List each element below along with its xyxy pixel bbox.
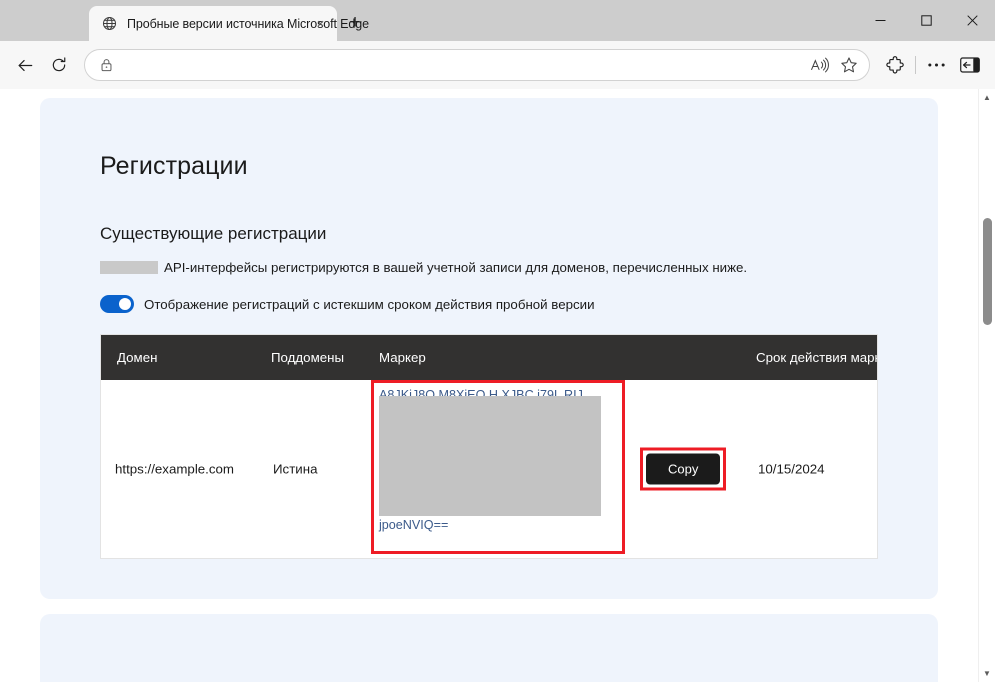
window-controls	[857, 0, 995, 41]
section-heading-existing: Существующие регистрации	[100, 224, 878, 244]
close-tab-icon[interactable]: ×	[312, 15, 329, 32]
cell-subdomains: Истина	[273, 462, 317, 477]
sidebar-icon[interactable]	[953, 48, 987, 82]
copy-button-wrapper: Copy	[646, 454, 720, 485]
expired-trials-toggle-row: Отображение регистраций с истекшим сроко…	[100, 295, 878, 313]
omnibox-actions	[805, 51, 863, 79]
web-page: Регистрации Существующие регистрации API…	[0, 89, 978, 682]
refresh-button[interactable]	[42, 48, 76, 82]
expired-trials-toggle[interactable]	[100, 295, 134, 313]
read-aloud-icon[interactable]	[805, 51, 833, 79]
browser-tab[interactable]: Пробные версии источника Microsoft Edge …	[89, 6, 337, 41]
tab-strip: Пробные версии источника Microsoft Edge …	[0, 0, 369, 41]
minimize-button[interactable]	[857, 0, 903, 41]
copy-button[interactable]: Copy	[646, 454, 720, 485]
section-description: API-интерфейсы регистрируются в вашей уч…	[100, 260, 878, 275]
browser-window: Пробные версии источника Microsoft Edge …	[0, 0, 995, 682]
registrations-card: Регистрации Существующие регистрации API…	[40, 98, 938, 599]
column-header-subdomains: Поддомены	[271, 350, 344, 365]
settings-more-icon[interactable]	[919, 48, 953, 82]
toggle-knob	[119, 298, 131, 310]
section-heading-new-registration: Пробная регистрация нового источника	[40, 614, 938, 682]
page-title: Регистрации	[100, 152, 878, 181]
scroll-down-arrow-icon[interactable]: ▼	[979, 665, 995, 682]
globe-icon	[101, 15, 118, 32]
browser-toolbar	[0, 41, 995, 89]
new-registration-card: Пробная регистрация нового источника	[40, 614, 938, 682]
lock-icon	[95, 54, 117, 76]
back-button[interactable]	[8, 48, 42, 82]
table-row: https://example.com Истина A8JKiJ8Q M8Xj…	[101, 380, 877, 558]
table-header-row: Домен Поддомены Маркер Срок действия мар…	[101, 335, 877, 380]
close-window-button[interactable]	[949, 0, 995, 41]
maximize-button[interactable]	[903, 0, 949, 41]
page-viewport: Регистрации Существующие регистрации API…	[0, 89, 995, 682]
scrollbar-thumb[interactable]	[983, 218, 992, 325]
cell-domain: https://example.com	[115, 462, 234, 477]
cell-expiry: 10/15/2024	[758, 462, 825, 477]
tab-title: Пробные версии источника Microsoft Edge	[127, 17, 369, 31]
redaction-block	[100, 261, 158, 274]
registrations-table: Домен Поддомены Маркер Срок действия мар…	[100, 334, 878, 559]
scrollbar-track[interactable]	[979, 106, 995, 665]
address-bar[interactable]	[84, 49, 870, 81]
token-redaction-block	[379, 396, 601, 516]
column-header-token: Маркер	[379, 350, 426, 365]
extensions-icon[interactable]	[878, 48, 912, 82]
toolbar-divider	[915, 56, 916, 74]
column-header-domain: Домен	[117, 350, 157, 365]
title-bar: Пробные версии источника Microsoft Edge …	[0, 0, 995, 41]
column-header-expiry: Срок действия маркера	[756, 350, 878, 365]
page-scrollbar[interactable]: ▲ ▼	[978, 89, 995, 682]
scroll-up-arrow-icon[interactable]: ▲	[979, 89, 995, 106]
description-text: API-интерфейсы регистрируются в вашей уч…	[164, 260, 747, 275]
toggle-label: Отображение регистраций с истекшим сроко…	[144, 297, 595, 312]
cell-token[interactable]: A8JKiJ8Q M8XjEQ H XJBC i79L RIJ c 2 K 1 …	[375, 384, 623, 552]
favorite-star-icon[interactable]	[835, 51, 863, 79]
